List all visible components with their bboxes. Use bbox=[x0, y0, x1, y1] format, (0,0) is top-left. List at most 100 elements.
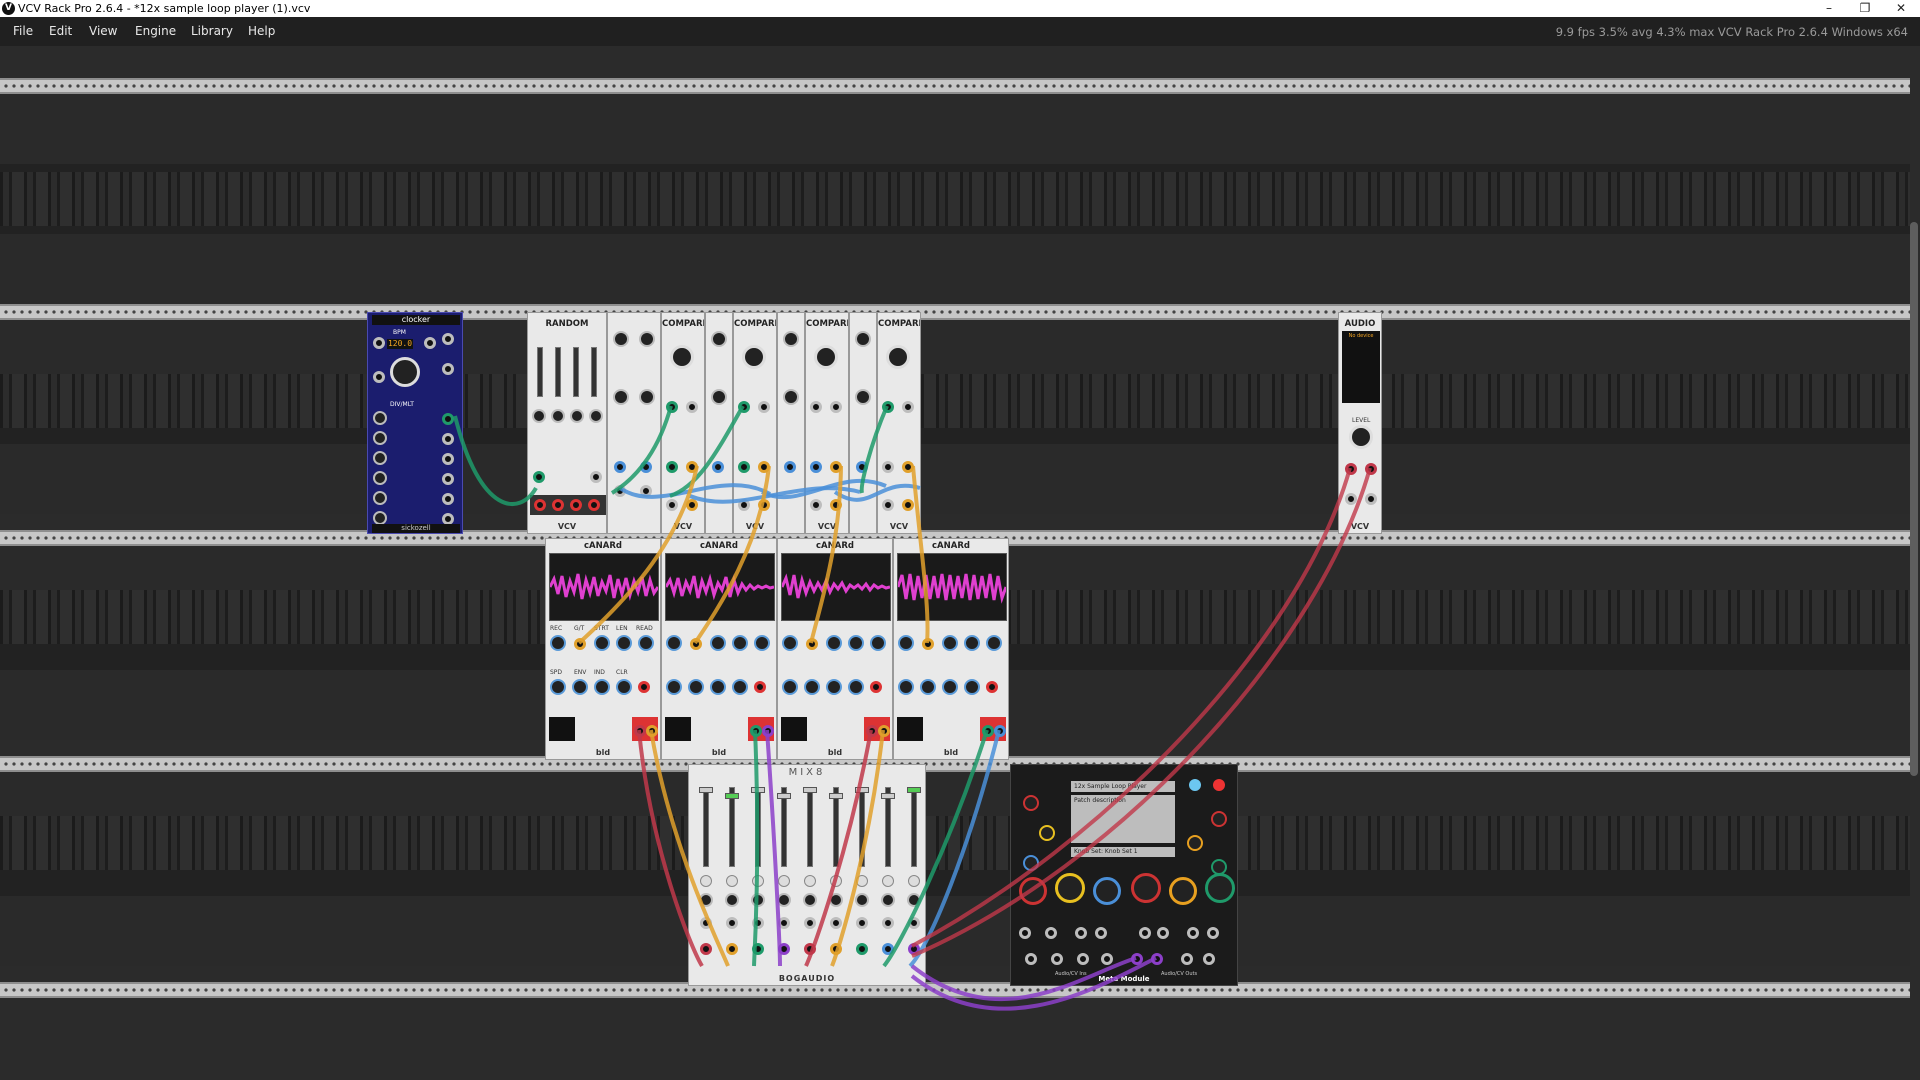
b-offset-knob[interactable] bbox=[670, 345, 694, 369]
pan-knob[interactable] bbox=[751, 893, 765, 907]
out-l-jack[interactable] bbox=[750, 725, 762, 737]
meta-in-jack-3[interactable] bbox=[1075, 927, 1087, 939]
pan-knob[interactable] bbox=[803, 893, 817, 907]
channel-in-jack[interactable] bbox=[908, 943, 920, 955]
random-module[interactable]: RANDOM VCV bbox=[527, 312, 607, 534]
compare-module-3[interactable]: COMPARE VCV bbox=[805, 312, 849, 534]
rec-knob[interactable] bbox=[782, 635, 798, 651]
ext-clock-jack[interactable] bbox=[373, 337, 385, 349]
b-in-jack[interactable] bbox=[758, 401, 770, 413]
meta-audio-in-jack-2[interactable] bbox=[1151, 953, 1163, 965]
env-knob[interactable] bbox=[572, 679, 588, 695]
len-knob[interactable] bbox=[964, 635, 980, 651]
b-in-jack[interactable] bbox=[686, 401, 698, 413]
channel-in-jack[interactable] bbox=[778, 943, 790, 955]
in-jack[interactable] bbox=[856, 461, 868, 473]
save-button[interactable] bbox=[1213, 779, 1225, 791]
lim-out-jack[interactable] bbox=[758, 461, 770, 473]
rnd-slider[interactable] bbox=[573, 347, 579, 397]
ind-knob[interactable] bbox=[594, 679, 610, 695]
channel-in-jack[interactable] bbox=[830, 943, 842, 955]
clk-out-jack[interactable] bbox=[442, 333, 454, 345]
meta-module[interactable]: 12x Sample Loop Player Patch description… bbox=[1010, 764, 1238, 986]
meta-knob-b[interactable] bbox=[1039, 825, 1055, 841]
mute-button[interactable] bbox=[830, 875, 842, 887]
lim-out-jack[interactable] bbox=[902, 461, 914, 473]
spd-knob[interactable] bbox=[898, 679, 914, 695]
env-knob[interactable] bbox=[688, 679, 704, 695]
scale-knob[interactable] bbox=[855, 389, 871, 405]
fader-cap[interactable] bbox=[751, 787, 765, 793]
level-cv-jack[interactable] bbox=[726, 917, 738, 929]
minimize-icon[interactable]: – bbox=[1812, 0, 1846, 17]
step-out-jack[interactable] bbox=[534, 499, 546, 511]
mute-button[interactable] bbox=[752, 875, 764, 887]
lin-out-jack[interactable] bbox=[552, 499, 564, 511]
a-in-jack[interactable] bbox=[882, 401, 894, 413]
level-cv-jack[interactable] bbox=[700, 917, 712, 929]
meta-in-jack-4[interactable] bbox=[1095, 927, 1107, 939]
compare-module-2[interactable]: COMPARE VCV bbox=[733, 312, 777, 534]
b-a-out-jack[interactable] bbox=[758, 499, 770, 511]
level-cv-jack[interactable] bbox=[830, 917, 842, 929]
rnd-cv-knob[interactable] bbox=[570, 409, 584, 423]
fader-cap[interactable] bbox=[803, 787, 817, 793]
strt-knob[interactable] bbox=[826, 635, 842, 651]
canard-module-1[interactable]: cANARd REC G/T STRT LEN READ SPD ENV IND… bbox=[545, 538, 661, 760]
right-in-jack[interactable] bbox=[1365, 463, 1377, 475]
out-l-jack[interactable] bbox=[866, 725, 878, 737]
eoc-jack[interactable] bbox=[754, 681, 766, 693]
meta-audio-out-jack-1[interactable] bbox=[1181, 953, 1193, 965]
run-jack[interactable] bbox=[373, 371, 385, 383]
reset-jack[interactable] bbox=[424, 337, 436, 349]
meta-big-knob-1[interactable] bbox=[1019, 877, 1047, 905]
meta-big-knob-2[interactable] bbox=[1055, 873, 1085, 903]
out-jack[interactable] bbox=[640, 485, 652, 497]
read-knob[interactable] bbox=[754, 635, 770, 651]
b-in-jack[interactable] bbox=[902, 401, 914, 413]
env-knob[interactable] bbox=[804, 679, 820, 695]
ind-knob[interactable] bbox=[710, 679, 726, 695]
prob-slider[interactable] bbox=[555, 347, 561, 397]
rst-out-jack[interactable] bbox=[442, 363, 454, 375]
pan-knob[interactable] bbox=[855, 893, 869, 907]
level-cv-jack[interactable] bbox=[804, 917, 816, 929]
pan-knob[interactable] bbox=[777, 893, 791, 907]
waveform-display[interactable] bbox=[548, 553, 660, 621]
eoc-jack[interactable] bbox=[870, 681, 882, 693]
rec-knob[interactable] bbox=[898, 635, 914, 651]
vertical-scrollbar[interactable] bbox=[1910, 222, 1918, 776]
b-a-out-jack[interactable] bbox=[686, 499, 698, 511]
level-cv-jack[interactable] bbox=[778, 917, 790, 929]
smooth-out-jack[interactable] bbox=[588, 499, 600, 511]
prob-cv-knob[interactable] bbox=[551, 409, 565, 423]
gate-in-jack[interactable] bbox=[574, 638, 586, 650]
b-offset-knob[interactable] bbox=[886, 345, 910, 369]
master-fader[interactable] bbox=[911, 787, 917, 867]
a-b-out-jack[interactable] bbox=[810, 499, 822, 511]
rec-knob[interactable] bbox=[666, 635, 682, 651]
channel-fader[interactable] bbox=[755, 787, 761, 867]
env-knob[interactable] bbox=[920, 679, 936, 695]
fader-cap[interactable] bbox=[907, 787, 921, 793]
channel-fader[interactable] bbox=[781, 787, 787, 867]
clr-knob[interactable] bbox=[964, 679, 980, 695]
rack-canvas[interactable]: clocker BPM 120.0 DIV/MLT sickozell RAND… bbox=[0, 46, 1920, 1080]
right-out-jack[interactable] bbox=[1365, 493, 1377, 505]
gate-in-jack[interactable] bbox=[922, 638, 934, 650]
div-out-jack-4[interactable] bbox=[442, 473, 454, 485]
level-cv-jack[interactable] bbox=[856, 917, 868, 929]
canard-module-4[interactable]: cANARd bld bbox=[893, 538, 1009, 760]
channel-in-jack[interactable] bbox=[882, 943, 894, 955]
left-out-jack[interactable] bbox=[1345, 493, 1357, 505]
pan-knob[interactable] bbox=[829, 893, 843, 907]
in-jack[interactable] bbox=[712, 461, 724, 473]
clr-knob[interactable] bbox=[616, 679, 632, 695]
canard-module-2[interactable]: cANARd bld bbox=[661, 538, 777, 760]
meta-out-jack-2[interactable] bbox=[1157, 927, 1169, 939]
clip-out-jack[interactable] bbox=[882, 461, 894, 473]
menu-view[interactable]: View bbox=[89, 24, 117, 38]
meta-cv-jack-3[interactable] bbox=[1077, 953, 1089, 965]
ind-knob[interactable] bbox=[826, 679, 842, 695]
channel-fader[interactable] bbox=[833, 787, 839, 867]
